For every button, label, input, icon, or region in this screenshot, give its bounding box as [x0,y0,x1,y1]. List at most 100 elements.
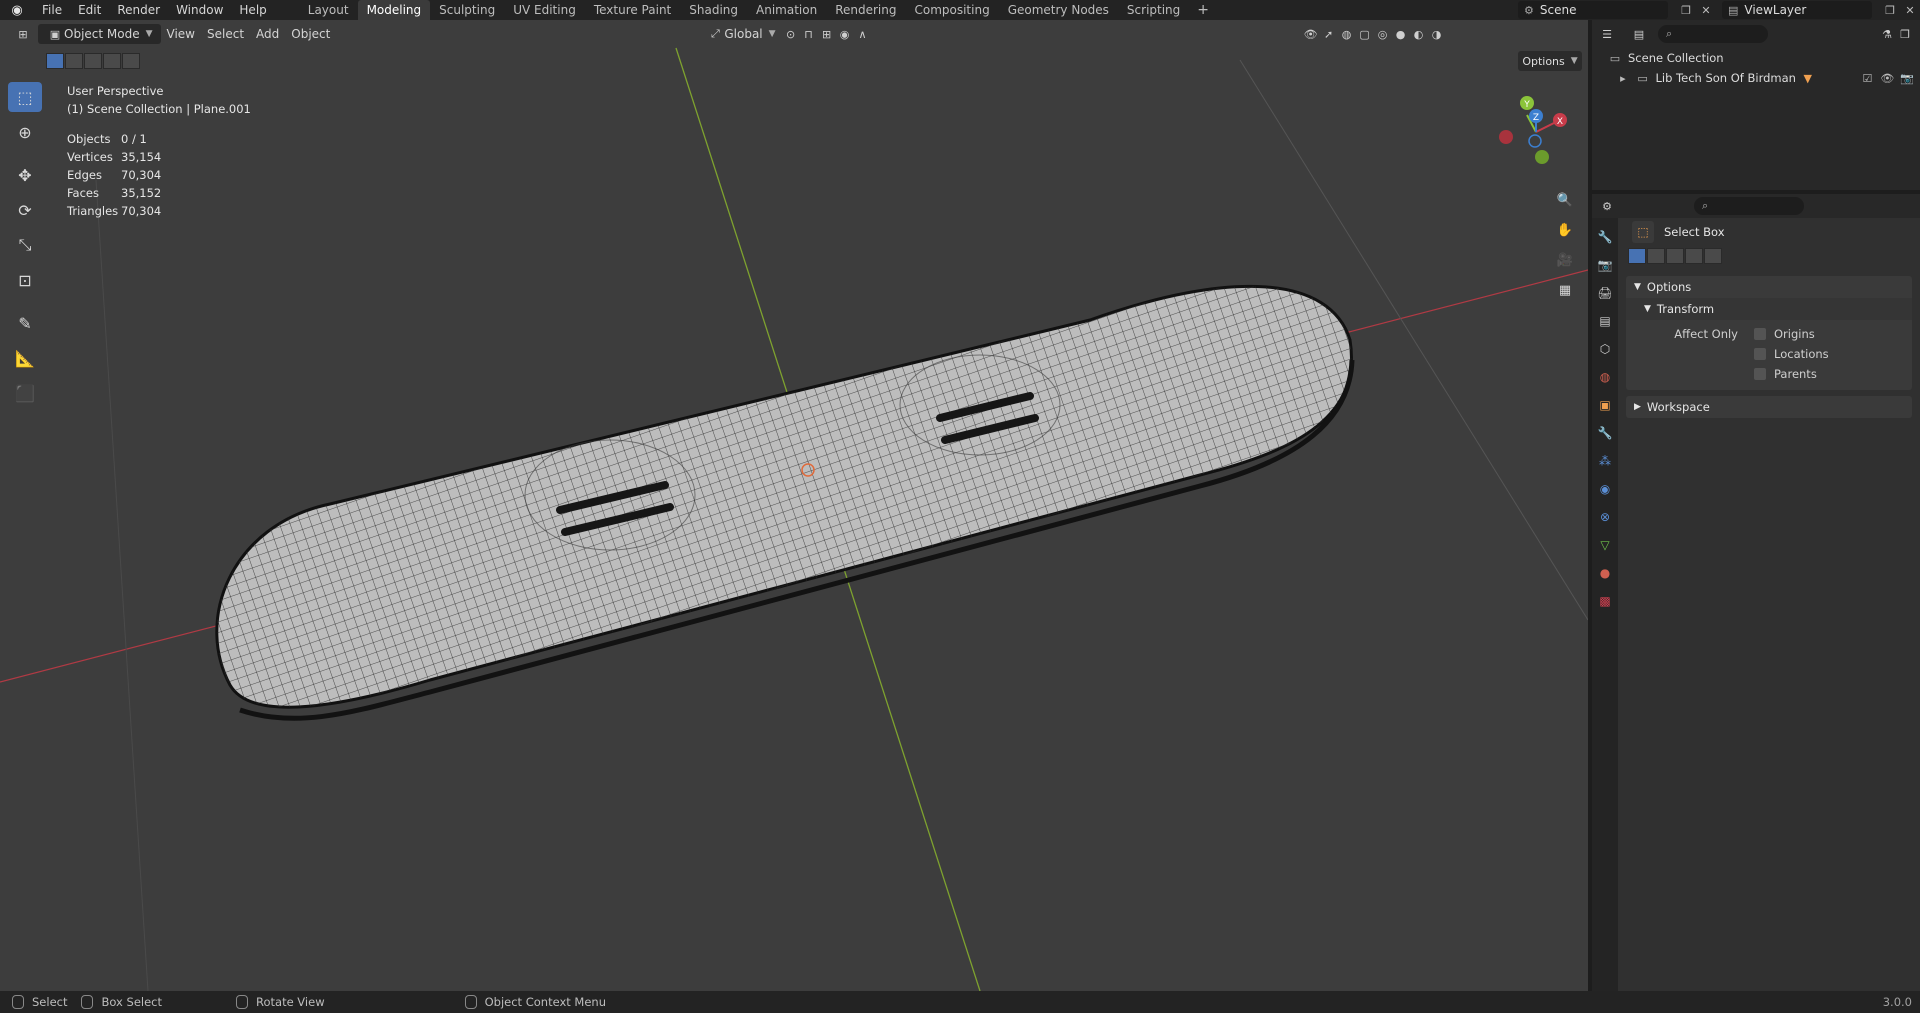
select-intersect-icon[interactable] [122,53,140,69]
expand-arrow-icon[interactable]: ▸ [1616,72,1630,85]
menu-window[interactable]: Window [168,0,231,20]
options-panel-header[interactable]: ▼ Options [1626,276,1912,298]
rendered-shading-icon[interactable]: ◑ [1428,25,1446,43]
tool-tab-icon[interactable]: 🔧 [1592,224,1618,250]
3d-viewport[interactable]: ⊞ ▣ Object Mode ▼ View Select Add Object… [0,20,1588,991]
pan-hand-icon[interactable]: ✋ [1553,218,1577,242]
editor-type-icon[interactable]: ⊞ [14,25,32,43]
gizmo-toggle-icon[interactable]: ➚ [1320,25,1338,43]
blender-logo-icon[interactable]: ◉ [0,0,34,20]
overlay-toggle-icon[interactable]: ◍ [1338,25,1356,43]
snap-icon[interactable]: ⊓ [800,25,818,43]
tab-compositing[interactable]: Compositing [905,0,998,20]
select-extend-icon[interactable] [65,53,83,69]
outliner-search-input[interactable]: ⌕ [1658,25,1768,43]
orientation-dropdown[interactable]: ⤢ Global ▼ [700,24,781,44]
data-tab-icon[interactable]: ▽ [1592,532,1618,558]
pivot-icon[interactable]: ⊙ [782,25,800,43]
transform-subpanel-header[interactable]: ▼ Transform [1626,298,1912,320]
select-box-icon[interactable]: ⬚ [8,82,42,112]
move-icon[interactable]: ✥ [8,160,42,190]
origins-checkbox[interactable] [1754,328,1766,340]
tab-layout[interactable]: Layout [299,0,358,20]
workspace-panel-header[interactable]: ▶ Workspace [1626,396,1912,418]
remove-view-layer-icon[interactable]: ✕ [1900,1,1920,19]
tab-modeling[interactable]: Modeling [357,0,431,20]
select-invert-icon[interactable] [1685,248,1703,264]
affect-origins-row[interactable]: Affect Only Origins [1626,324,1912,344]
add-workspace-icon[interactable]: + [1189,0,1217,20]
measure-icon[interactable]: 📐 [8,343,42,373]
menu-object[interactable]: Object [285,24,336,44]
remove-scene-icon[interactable]: ✕ [1696,1,1716,19]
menu-select[interactable]: Select [201,24,250,44]
locations-checkbox[interactable] [1754,348,1766,360]
select-set-icon[interactable] [1628,248,1646,264]
tab-uv-editing[interactable]: UV Editing [504,0,585,20]
texture-tab-icon[interactable]: ▩ [1592,588,1618,614]
camera-icon[interactable]: 📷 [1900,72,1914,85]
tab-animation[interactable]: Animation [747,0,826,20]
menu-add[interactable]: Add [250,24,285,44]
world-tab-icon[interactable]: ◍ [1592,364,1618,390]
object-tab-icon[interactable]: ▣ [1592,392,1618,418]
material-shading-icon[interactable]: ◐ [1410,25,1428,43]
tab-texture-paint[interactable]: Texture Paint [585,0,680,20]
select-subtract-icon[interactable] [84,53,102,69]
render-tab-icon[interactable]: 📷 [1592,252,1618,278]
camera-icon[interactable]: 🎥 [1553,248,1577,272]
tab-rendering[interactable]: Rendering [826,0,905,20]
navigation-gizmo[interactable]: X Y Z [1496,86,1572,186]
checkbox-icon[interactable]: ☑ [1861,72,1875,85]
modifier-tab-icon[interactable]: 🔧 [1592,420,1618,446]
wireframe-shading-icon[interactable]: ◎ [1374,25,1392,43]
tab-scripting[interactable]: Scripting [1118,0,1189,20]
select-subtract-icon[interactable] [1666,248,1684,264]
new-collection-icon[interactable]: ❐ [1896,25,1914,43]
menu-edit[interactable]: Edit [70,0,109,20]
select-set-icon[interactable] [46,53,64,69]
affect-locations-row[interactable]: Locations [1626,344,1912,364]
rotate-icon[interactable]: ⟳ [8,195,42,225]
new-view-layer-icon[interactable]: ❐ [1880,1,1900,19]
filter-icon[interactable]: ⚗ [1878,25,1896,43]
scene-tab-icon[interactable]: ⬡ [1592,336,1618,362]
xray-icon[interactable]: ▢ [1356,25,1374,43]
cursor-icon[interactable]: ⊕ [8,117,42,147]
select-extend-icon[interactable] [1647,248,1665,264]
select-invert-icon[interactable] [103,53,121,69]
constraints-tab-icon[interactable]: ⊗ [1592,504,1618,530]
visibility-icon[interactable]: 👁 [1302,25,1320,43]
transform-icon[interactable]: ⊡ [8,265,42,295]
select-intersect-icon[interactable] [1704,248,1722,264]
mode-dropdown[interactable]: ▣ Object Mode ▼ [38,24,161,44]
particles-tab-icon[interactable]: ⁂ [1592,448,1618,474]
properties-search-input[interactable]: ⌕ [1694,197,1804,215]
tab-shading[interactable]: Shading [680,0,747,20]
snap-target-icon[interactable]: ⊞ [818,25,836,43]
editor-type-icon[interactable]: ☰ [1598,25,1616,43]
tab-geometry-nodes[interactable]: Geometry Nodes [999,0,1118,20]
options-dropdown[interactable]: Options ▼ [1518,51,1582,71]
menu-file[interactable]: File [34,0,70,20]
menu-view[interactable]: View [161,24,201,44]
affect-parents-row[interactable]: Parents [1626,364,1912,384]
proportional-edit-icon[interactable]: ◉ [836,25,854,43]
add-cube-icon[interactable]: ⬛ [8,378,42,408]
new-scene-icon[interactable]: ❐ [1676,1,1696,19]
scale-icon[interactable]: ⤡ [8,230,42,260]
outliner-scene-collection[interactable]: ▭ Scene Collection [1592,48,1920,68]
parents-checkbox[interactable] [1754,368,1766,380]
editor-type-icon[interactable]: ⚙ [1598,197,1616,215]
menu-render[interactable]: Render [109,0,168,20]
material-tab-icon[interactable]: ● [1592,560,1618,586]
annotate-icon[interactable]: ✎ [8,308,42,338]
solid-shading-icon[interactable]: ● [1392,25,1410,43]
view-layer-selector[interactable]: ▤ ViewLayer [1722,1,1872,19]
zoom-icon[interactable]: 🔍 [1553,188,1577,212]
menu-help[interactable]: Help [231,0,274,20]
tab-sculpting[interactable]: Sculpting [430,0,504,20]
eye-icon[interactable]: 👁 [1880,72,1894,85]
list-item[interactable]: ▸ ▭ Lib Tech Son Of Birdman ▼ ☑ 👁 📷 [1592,68,1920,88]
view-layer-tab-icon[interactable]: ▤ [1592,308,1618,334]
